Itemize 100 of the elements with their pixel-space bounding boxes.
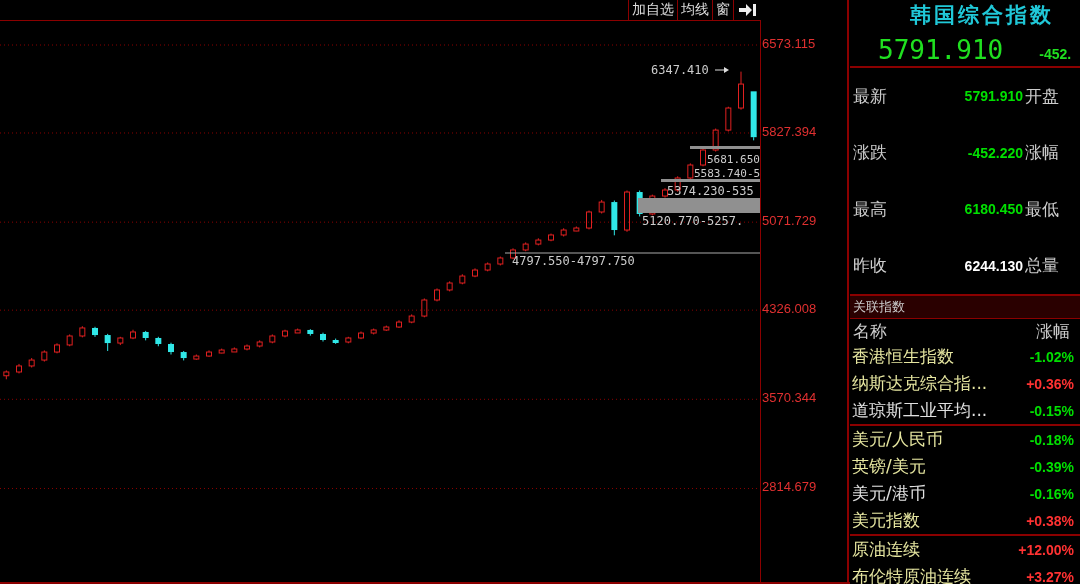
candle [307, 328, 314, 337]
change-value: -0.18% [1029, 431, 1074, 448]
index-name: 道琼斯工业平均... [852, 399, 988, 422]
stat-label: 昨收 [853, 254, 888, 278]
stat-label: 涨幅 [1025, 141, 1059, 165]
stat-value: -452.220 [966, 144, 1023, 161]
candle [649, 194, 656, 216]
axis-label: 5071.729 [762, 213, 817, 229]
candle [484, 262, 491, 272]
index-name: 美元指数 [852, 509, 920, 532]
price-label: 4797.550-4797.750 [512, 254, 635, 268]
column-header: 名称 [853, 319, 887, 343]
candle [738, 71, 744, 111]
change-value: +0.36% [1026, 375, 1074, 392]
candle [79, 325, 86, 338]
stat-label: 涨跌 [853, 141, 888, 165]
candle [244, 344, 250, 351]
toolbar-button[interactable]: 加自选 [628, 0, 677, 20]
price-label: 5681.650 [707, 153, 760, 167]
stat-value: 6180.450 [963, 201, 1023, 218]
column-header: 涨幅 [1036, 319, 1070, 343]
stat-label: 最高 [853, 197, 888, 221]
change-value: +12.00% [1018, 541, 1074, 558]
candle [636, 190, 643, 217]
candle [41, 349, 48, 363]
candle [522, 241, 529, 252]
candle [320, 332, 326, 343]
axis-label: 6573.115 [762, 36, 816, 51]
candle [345, 336, 352, 344]
index-name: 英镑/美元 [852, 455, 926, 478]
stat-value: 5791.910 [963, 88, 1023, 105]
candle [218, 348, 225, 354]
price-label: 5120.770-5257. [642, 214, 744, 228]
stat-label: 开盘 [1025, 84, 1059, 108]
candle [586, 210, 592, 230]
candle [434, 287, 440, 302]
candle [611, 200, 618, 236]
stat-label: 最新 [853, 84, 888, 108]
candle [54, 342, 60, 354]
candle [155, 336, 162, 347]
change-value: -0.16% [1029, 485, 1074, 502]
arrow-icon [737, 3, 757, 17]
candle [725, 106, 732, 132]
change-value: +3.27% [1026, 568, 1074, 584]
arrow-icon [714, 67, 729, 73]
candle [104, 333, 111, 352]
candle [231, 346, 238, 353]
candle [497, 256, 504, 266]
candle [408, 313, 415, 324]
toolbar-button[interactable]: 窗 [712, 0, 733, 20]
candle [535, 237, 542, 246]
change-value: -452. [1039, 46, 1072, 62]
candle [548, 233, 554, 242]
candle [66, 333, 73, 347]
candle [168, 342, 174, 355]
candle [206, 349, 212, 358]
candle [3, 369, 10, 380]
change-value: -1.02% [1029, 348, 1074, 365]
candle [16, 363, 22, 374]
candle [700, 148, 706, 167]
index-title: 韩国综合指数 [910, 2, 1054, 29]
price-label: 6347.410 [651, 63, 709, 77]
change-value: +0.38% [1026, 512, 1074, 529]
candle [256, 339, 263, 348]
candle [282, 329, 288, 338]
candle [459, 273, 466, 285]
stat-label: 最低 [1025, 197, 1059, 221]
price-value: 5791.910 [878, 35, 1004, 65]
toolbar-button[interactable]: 均线 [677, 0, 712, 20]
index-name: 美元/人民币 [852, 428, 943, 451]
axis-label: 4326.008 [762, 301, 817, 317]
candle [180, 350, 187, 361]
candle [92, 326, 98, 338]
stat-label: 总量 [1025, 254, 1059, 278]
index-name: 香港恒生指数 [852, 345, 954, 368]
candle [130, 329, 136, 340]
change-value: -0.15% [1029, 402, 1074, 419]
index-name: 布伦特原油连续 [852, 565, 971, 584]
candle [358, 331, 364, 340]
axis-label: 2814.679 [762, 479, 817, 495]
axis-label: 5827.394 [762, 124, 817, 139]
price-label: 5583.740-5 [694, 167, 761, 181]
axis-label: 3570.344 [762, 390, 817, 406]
candle [472, 267, 478, 278]
candle [370, 328, 377, 335]
index-name: 原油连续 [852, 538, 920, 561]
gap-bar [690, 146, 760, 149]
candle [598, 199, 605, 214]
candle [396, 319, 402, 329]
candle [573, 226, 580, 232]
candle [712, 128, 719, 153]
candle [117, 336, 124, 346]
candle [332, 338, 339, 345]
candle [624, 190, 630, 233]
index-name: 纳斯达克综合指... [852, 372, 988, 395]
candle [294, 328, 301, 334]
candle [28, 357, 35, 368]
candle [383, 325, 390, 332]
section-header: 关联指数 [850, 296, 1080, 319]
candle [446, 280, 453, 292]
